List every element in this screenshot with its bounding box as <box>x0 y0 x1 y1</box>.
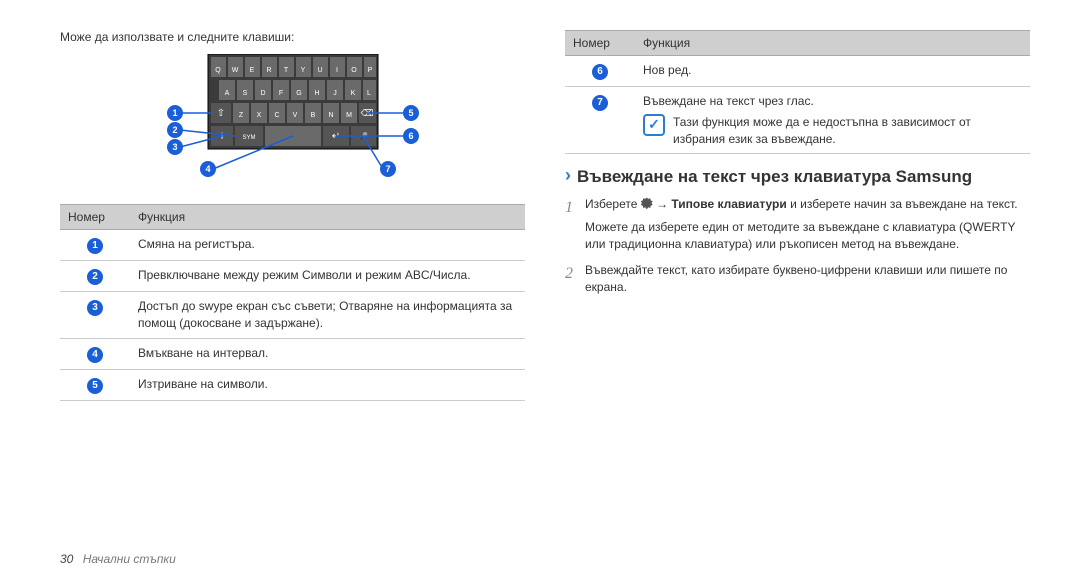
svg-text:P: P <box>367 67 372 74</box>
svg-text:A: A <box>224 90 229 97</box>
svg-text:W: W <box>231 67 238 74</box>
row-number-icon: 5 <box>87 378 103 394</box>
section-heading: › Въвеждане на текст чрез клавиатура Sam… <box>565 166 1030 187</box>
step2-text: Въвеждайте текст, като избирате буквено-… <box>585 262 1030 297</box>
footer-label: Начални стъпки <box>83 552 176 566</box>
page-footer: 30 Начални стъпки <box>60 552 176 566</box>
step1-bold: Типове клавиатури <box>671 197 786 211</box>
svg-text:G: G <box>296 90 301 97</box>
chevron-icon: › <box>565 166 571 186</box>
table-row: 4 Вмъкване на интервал. <box>60 338 525 369</box>
row-number-icon: 7 <box>592 95 608 111</box>
svg-text:I: I <box>336 67 338 74</box>
step1-text-c: и изберете начин за въвеждане на текст. <box>790 197 1017 211</box>
svg-text:J: J <box>333 90 337 97</box>
row-number-icon: 2 <box>87 269 103 285</box>
svg-text:4: 4 <box>205 164 210 174</box>
col-function: Функция <box>635 31 1030 56</box>
svg-text:X: X <box>256 112 261 119</box>
svg-text:O: O <box>351 67 357 74</box>
svg-text:F: F <box>278 90 282 97</box>
svg-text:L: L <box>367 90 371 97</box>
step1-extra: Можете да изберете един от методите за в… <box>585 219 1030 254</box>
col-number: Номер <box>60 205 130 230</box>
step1-text-a: Изберете <box>585 197 641 211</box>
svg-text:E: E <box>249 67 254 74</box>
svg-text:SYM: SYM <box>242 135 255 141</box>
row-function: Вмъкване на интервал. <box>130 338 525 369</box>
note-text: Тази функция може да е недостъпна в зави… <box>673 114 1022 148</box>
table-row: 3 Достъп до swype екран със съвети; Отва… <box>60 292 525 339</box>
col-number: Номер <box>565 31 635 56</box>
note-icon: ✓ <box>643 114 665 136</box>
intro-text: Може да използвате и следните клавиши: <box>60 30 525 44</box>
table-row: 1 Смяна на регистъра. <box>60 230 525 261</box>
svg-text:⇧: ⇧ <box>216 108 224 119</box>
svg-text:B: B <box>310 112 315 119</box>
svg-text:K: K <box>350 90 355 97</box>
svg-text:U: U <box>317 67 322 74</box>
svg-text:1: 1 <box>172 108 177 118</box>
row-number-icon: 4 <box>87 347 103 363</box>
svg-text:R: R <box>266 67 271 74</box>
svg-text:Z: Z <box>238 112 243 119</box>
left-function-table: Номер Функция 1 Смяна на регистъра. 2 Пр… <box>60 204 525 401</box>
col-function: Функция <box>130 205 525 230</box>
keyboard-diagram: Q W E R T Y U I O P A S <box>60 54 525 189</box>
row-number-icon: 6 <box>592 64 608 80</box>
svg-text:3: 3 <box>172 142 177 152</box>
gear-icon <box>641 197 653 209</box>
svg-text:N: N <box>328 112 333 119</box>
step-number: 2 <box>565 262 577 297</box>
table-row: 5 Изтриване на символи. <box>60 369 525 400</box>
svg-text:M: M <box>346 112 352 119</box>
svg-text:2: 2 <box>172 125 177 135</box>
step-number: 1 <box>565 196 577 254</box>
svg-text:T: T <box>283 67 288 74</box>
row-function: Смяна на регистъра. <box>130 230 525 261</box>
row-function: Достъп до swype екран със съвети; Отваря… <box>130 292 525 339</box>
table-row: 6 Нов ред. <box>565 56 1030 87</box>
step1-text-b: → <box>656 197 671 211</box>
svg-text:V: V <box>292 112 297 119</box>
right-function-table: Номер Функция 6 Нов ред. 7 Въвеждане на … <box>565 30 1030 154</box>
row-number-icon: 1 <box>87 238 103 254</box>
svg-text:H: H <box>314 90 319 97</box>
row-function: Въвеждане на текст чрез глас. ✓ Тази фун… <box>635 87 1030 154</box>
svg-text:D: D <box>260 90 265 97</box>
svg-text:Y: Y <box>300 67 305 74</box>
step-1: 1 Изберете → Типове клавиатури и изберет… <box>565 196 1030 254</box>
svg-text:5: 5 <box>408 108 413 118</box>
row-number-icon: 3 <box>87 300 103 316</box>
table-row: 7 Въвеждане на текст чрез глас. ✓ Тази ф… <box>565 87 1030 154</box>
svg-text:7: 7 <box>385 164 390 174</box>
page-number: 30 <box>60 552 73 566</box>
svg-text:6: 6 <box>408 131 413 141</box>
row-function: Нов ред. <box>635 56 1030 87</box>
step-2: 2 Въвеждайте текст, като избирате буквен… <box>565 262 1030 297</box>
svg-text:S: S <box>242 90 247 97</box>
table-row: 2 Превключване между режим Символи и реж… <box>60 261 525 292</box>
svg-text:Q: Q <box>215 67 221 74</box>
svg-text:C: C <box>274 112 279 119</box>
row-function: Изтриване на символи. <box>130 369 525 400</box>
row-function: Превключване между режим Символи и режим… <box>130 261 525 292</box>
